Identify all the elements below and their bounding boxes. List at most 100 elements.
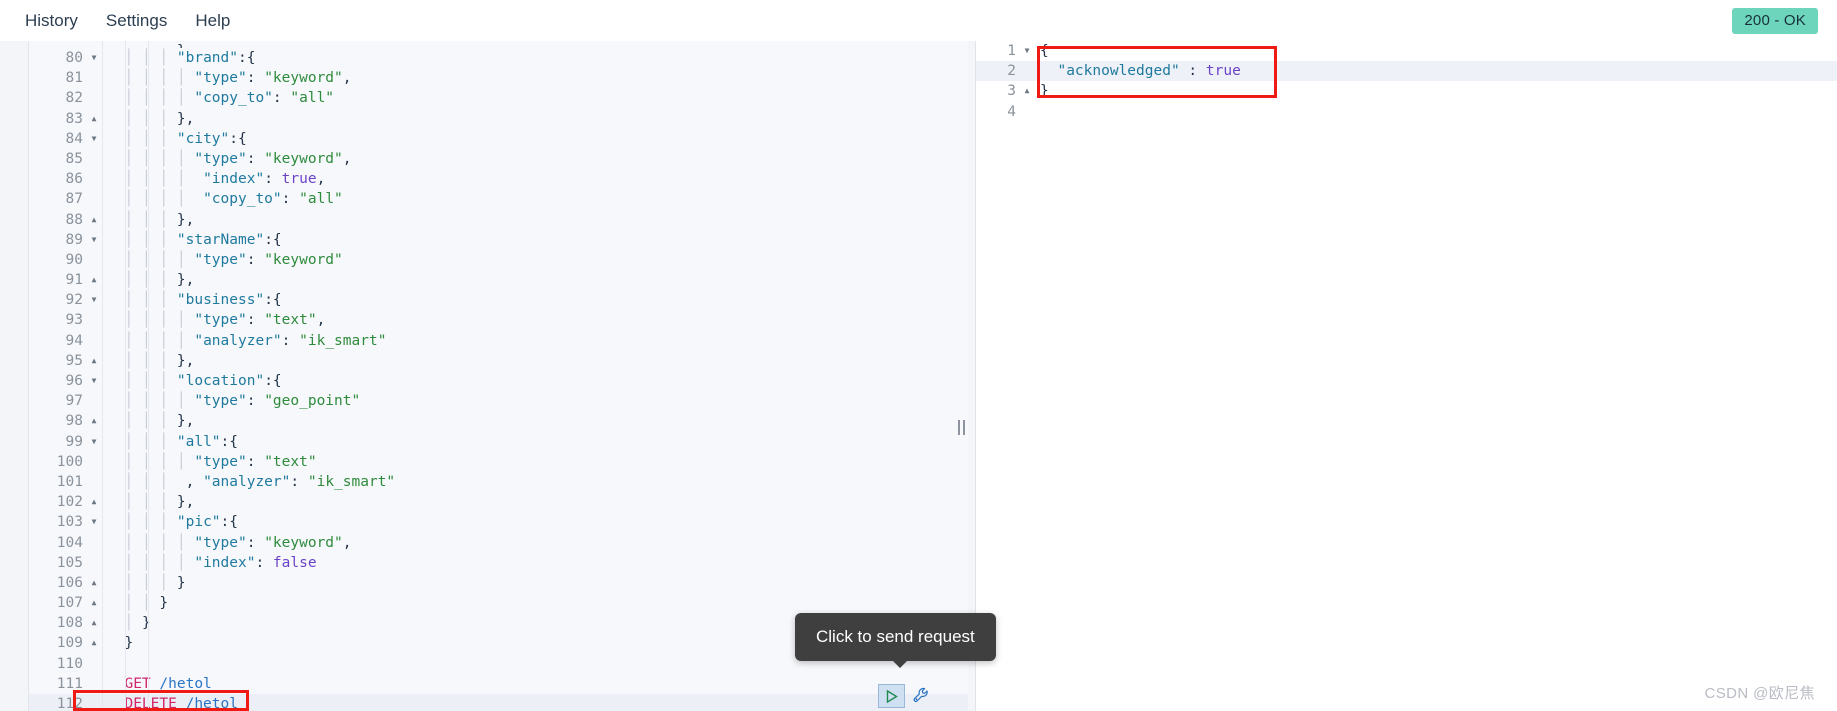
code-text: GET /hetol (101, 674, 211, 694)
code-token: true (281, 171, 317, 188)
code-line[interactable]: 80 ▼ │ │ │ "brand":{ (29, 48, 968, 68)
code-token: "type" (194, 70, 247, 87)
line-number: 93 (65, 312, 83, 329)
pane-splitter-handle[interactable] (957, 419, 966, 436)
code-line[interactable]: 3 ▲} (976, 81, 1837, 101)
code-line[interactable]: 102 ▲ │ │ │ }, (29, 492, 968, 512)
code-line[interactable]: 82 │ │ │ │ "copy_to": "all" (29, 88, 968, 108)
indent-guide: │ (141, 473, 160, 490)
indent-guide: │ (124, 352, 142, 369)
code-line[interactable]: 88 ▲ │ │ │ }, (29, 210, 968, 230)
line-number: 102 (56, 494, 83, 511)
indent-guide (107, 494, 124, 510)
fold-toggle-icon[interactable]: ▲ (1020, 81, 1034, 101)
auto-indent-button[interactable] (910, 684, 934, 708)
fold-toggle-icon[interactable]: ▼ (1020, 41, 1034, 61)
code-line[interactable]: 103 ▼ │ │ │ "pic":{ (29, 512, 968, 532)
code-token: "business" (176, 292, 265, 309)
code-line[interactable]: 2 "acknowledged" : true (976, 61, 1837, 82)
indent-guide: │ (124, 70, 142, 87)
fold-toggle-icon[interactable]: ▼ (87, 371, 101, 391)
line-number: 106 (56, 574, 83, 591)
code-text: │ │ │ │ "type": "keyword" (101, 250, 342, 270)
indent-guide: │ (124, 211, 142, 228)
code-token: "acknowledged" (1057, 63, 1180, 80)
indent-guide: │ (124, 393, 142, 410)
code-line[interactable]: 92 ▼ │ │ │ "business":{ (29, 290, 968, 310)
code-line[interactable]: 94 │ │ │ │ "analyzer": "ik_smart" (29, 331, 968, 351)
code-line[interactable]: 86 │ │ │ │ "index": true, (29, 169, 968, 189)
code-line[interactable]: 95 ▲ │ │ │ }, (29, 351, 968, 371)
code-line[interactable]: 1 ▼ { (976, 41, 1837, 61)
code-line[interactable]: 98 ▲ │ │ │ }, (29, 411, 968, 431)
code-line[interactable]: 81 │ │ │ │ "type": "keyword", (29, 68, 968, 88)
code-line[interactable]: 84 ▼ │ │ │ "city":{ (29, 129, 968, 149)
fold-toggle-icon[interactable]: ▼ (87, 512, 101, 532)
send-request-button[interactable] (878, 684, 905, 708)
indent-guide: │ (124, 150, 142, 167)
menu-item-settings[interactable]: Settings (95, 7, 178, 35)
code-line[interactable]: 99 ▼ │ │ │ "all":{ (29, 432, 968, 452)
code-line[interactable]: 4 (976, 102, 1837, 122)
fold-toggle-icon[interactable]: ▲ (87, 210, 101, 230)
code-line[interactable]: 104 │ │ │ │ "type": "keyword", (29, 533, 968, 553)
code-token: , (342, 534, 352, 551)
fold-toggle-icon[interactable]: ▲ (87, 633, 101, 653)
code-line[interactable]: 83 ▲ │ │ │ }, (29, 109, 968, 129)
menu-item-help[interactable]: Help (184, 7, 241, 35)
code-line[interactable]: 89 ▼ │ │ │ "starName":{ (29, 230, 968, 250)
fold-toggle-icon[interactable]: ▲ (87, 492, 101, 512)
code-line[interactable]: 90 │ │ │ │ "type": "keyword" (29, 250, 968, 270)
play-icon (886, 689, 898, 703)
code-line[interactable]: 91 ▲ │ │ │ }, (29, 270, 968, 290)
indent-guide: │ (176, 393, 195, 410)
code-text: │ │ │ │ "type": "text" (101, 452, 316, 472)
editor-scrollbar-track[interactable] (933, 41, 944, 711)
fold-toggle-icon[interactable]: ▲ (87, 270, 101, 290)
request-code-lines[interactable]: }, 80▼ │ │ │ "brand":{81 │ │ │ │ "type": … (29, 41, 968, 711)
code-line[interactable]: 106 ▲ │ │ │ } (29, 573, 968, 593)
fold-toggle-icon[interactable]: ▲ (87, 109, 101, 129)
fold-toggle-icon[interactable]: ▼ (87, 290, 101, 310)
panes-container: }, 80▼ │ │ │ "brand":{81 │ │ │ │ "type": … (0, 41, 1837, 711)
fold-toggle-icon[interactable]: ▼ (87, 230, 101, 250)
code-line[interactable]: 107 ▲ │ │ } (29, 593, 968, 613)
code-line[interactable]: 101 │ │ │ , "analyzer": "ik_smart" (29, 472, 968, 492)
code-line[interactable]: 96 ▼ │ │ │ "location":{ (29, 371, 968, 391)
fold-toggle-icon[interactable]: ▲ (87, 613, 101, 633)
fold-toggle-icon[interactable]: ▲ (87, 411, 101, 431)
indent-guide (107, 635, 124, 651)
indent-guide: │ (124, 534, 142, 551)
fold-toggle-icon[interactable]: ▼ (87, 129, 101, 149)
code-token: }, (176, 211, 195, 228)
code-line[interactable]: 105 │ │ │ │ "index": false (29, 553, 968, 573)
request-editor-pane[interactable]: }, 80▼ │ │ │ "brand":{81 │ │ │ │ "type": … (28, 41, 968, 711)
code-token: "type" (194, 534, 247, 551)
fold-toggle-icon[interactable]: ▼ (87, 48, 101, 68)
fold-toggle-icon[interactable]: ▲ (87, 593, 101, 613)
code-line[interactable]: 97 │ │ │ │ "type": "geo_point" (29, 391, 968, 411)
indent-guide: │ (141, 312, 160, 329)
code-line[interactable]: 111 GET /hetol (29, 674, 968, 694)
fold-toggle-icon[interactable]: ▼ (87, 432, 101, 452)
response-pane[interactable]: 1 ▼{2 "acknowledged" : true 3 ▲} 4 (975, 41, 1837, 711)
indent-guide (107, 434, 124, 450)
code-line[interactable]: 85 │ │ │ │ "type": "keyword", (29, 149, 968, 169)
fold-toggle-icon[interactable]: ▲ (87, 573, 101, 593)
code-line[interactable]: 93 │ │ │ │ "type": "text", (29, 310, 968, 330)
indent-guide: │ (141, 352, 160, 369)
line-number: 87 (65, 191, 83, 208)
code-token: "city" (176, 130, 230, 147)
code-line[interactable]: 112 DELETE /hetol (29, 694, 968, 711)
menu-item-history[interactable]: History (14, 7, 89, 35)
indent-guide (107, 696, 124, 711)
code-token: }, (176, 110, 195, 127)
code-text: } (1034, 81, 1049, 101)
code-line[interactable]: 100 │ │ │ │ "type": "text" (29, 452, 968, 472)
fold-toggle-icon[interactable]: ▲ (87, 351, 101, 371)
indent-guide: │ (176, 191, 195, 208)
indent-guide: │ (141, 433, 160, 450)
code-token: "keyword" (264, 70, 343, 87)
indent-guide: │ (176, 534, 195, 551)
code-line[interactable]: 87 │ │ │ │ "copy_to": "all" (29, 189, 968, 209)
